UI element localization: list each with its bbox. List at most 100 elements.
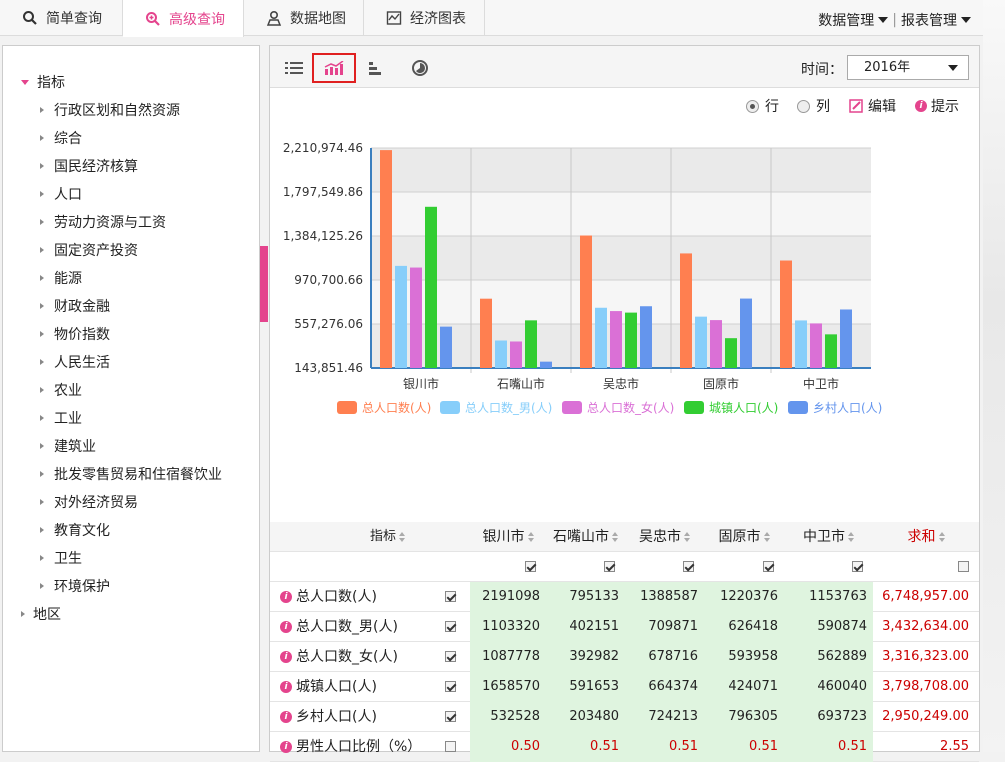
bar xyxy=(595,307,607,368)
column-checkbox-cell xyxy=(704,552,784,582)
sum-checkbox[interactable] xyxy=(958,561,969,572)
bar xyxy=(825,334,837,368)
tree-item-label: 综合 xyxy=(54,131,82,147)
row-checkbox[interactable] xyxy=(445,741,456,752)
panel-splitter[interactable] xyxy=(260,246,268,322)
tree-item[interactable]: 综合 xyxy=(40,128,82,148)
header-indicator[interactable]: 指标 xyxy=(310,522,465,552)
bar-chart-view-button[interactable] xyxy=(354,53,398,83)
header-label: 指标 xyxy=(369,529,396,544)
row-checkbox[interactable] xyxy=(445,711,456,722)
tree-item[interactable]: 农业 xyxy=(40,380,82,400)
line-chart-view-button[interactable] xyxy=(312,53,356,83)
tree-item[interactable]: 人民生活 xyxy=(40,352,110,372)
pie-chart-view-button[interactable] xyxy=(398,53,442,83)
tab-label: 经济图表 xyxy=(410,11,466,27)
tree-root-region[interactable]: 地区 xyxy=(21,604,61,624)
tree-item[interactable]: 卫生 xyxy=(40,548,82,568)
edit-button[interactable]: 编辑 xyxy=(849,96,896,116)
table-cell: 392982 xyxy=(546,642,625,672)
row-checkbox[interactable] xyxy=(445,681,456,692)
column-checkbox-cell xyxy=(546,552,625,582)
table-cell: 0.51 xyxy=(625,732,704,762)
column-radio[interactable]: 列 xyxy=(797,96,830,116)
tree-root-indicators[interactable]: 指标 xyxy=(21,72,65,92)
report-management-menu[interactable]: 报表管理 xyxy=(901,10,971,30)
info-icon[interactable]: i xyxy=(280,681,292,693)
column-checkbox[interactable] xyxy=(525,561,536,572)
column-checkbox[interactable] xyxy=(604,561,615,572)
table-cell: 203480 xyxy=(546,702,625,732)
sort-icon xyxy=(684,532,690,542)
tab-simple-query[interactable]: 简单查询 xyxy=(0,0,123,36)
info-icon[interactable]: i xyxy=(280,591,292,603)
header-column[interactable]: 固原市 xyxy=(704,522,784,552)
bar xyxy=(710,320,722,368)
collapse-arrow-icon xyxy=(40,583,44,589)
row-checkbox[interactable] xyxy=(445,621,456,632)
info-icon[interactable]: i xyxy=(280,741,292,753)
header-label: 银川市 xyxy=(482,529,525,545)
header-column[interactable]: 中卫市 xyxy=(784,522,873,552)
header-column[interactable]: 石嘴山市 xyxy=(546,522,625,552)
tab-data-map[interactable]: 数据地图 xyxy=(244,0,364,36)
row-label: 城镇人口(人) xyxy=(296,679,377,695)
tab-economic-chart[interactable]: 经济图表 xyxy=(364,0,485,36)
hint-button[interactable]: i 提示 xyxy=(915,96,959,116)
tree-item[interactable]: 劳动力资源与工资 xyxy=(40,212,166,232)
info-icon: i xyxy=(915,100,927,112)
bar xyxy=(380,150,392,368)
tab-label: 数据地图 xyxy=(290,11,346,27)
collapse-arrow-icon xyxy=(40,107,44,113)
table-cell: 590874 xyxy=(784,612,873,642)
tree-item[interactable]: 国民经济核算 xyxy=(40,156,138,176)
tree-item[interactable]: 工业 xyxy=(40,408,82,428)
tree-item[interactable]: 环境保护 xyxy=(40,576,110,596)
header-column[interactable]: 吴忠市 xyxy=(625,522,704,552)
tree-item[interactable]: 建筑业 xyxy=(40,436,96,456)
info-icon[interactable]: i xyxy=(280,711,292,723)
tree-item[interactable]: 行政区划和自然资源 xyxy=(40,100,180,120)
row-checkbox[interactable] xyxy=(445,651,456,662)
info-icon[interactable]: i xyxy=(280,651,292,663)
row-checkbox[interactable] xyxy=(445,591,456,602)
row-radio[interactable]: 行 xyxy=(746,96,779,116)
table-cell: 724213 xyxy=(625,702,704,732)
data-management-menu[interactable]: 数据管理 xyxy=(818,10,889,30)
column-checkbox[interactable] xyxy=(683,561,694,572)
bar xyxy=(440,326,452,368)
table-cell: 709871 xyxy=(625,612,704,642)
collapse-arrow-icon xyxy=(40,359,44,365)
row-label: 总人口数_男(人) xyxy=(296,619,398,635)
bar xyxy=(725,338,737,368)
collapse-arrow-icon xyxy=(40,331,44,337)
tree-item[interactable]: 批发零售贸易和住宿餐饮业 xyxy=(40,464,222,484)
chevron-down-icon xyxy=(878,17,889,23)
tree-item[interactable]: 物价指数 xyxy=(40,324,110,344)
table-cell: 1220376 xyxy=(704,582,784,612)
tab-advanced-query[interactable]: 高级查询 xyxy=(123,0,244,37)
sum-cell: 3,316,323.00 xyxy=(882,649,969,664)
tree-item[interactable]: 固定资产投资 xyxy=(40,240,138,260)
bar xyxy=(425,206,437,368)
tree-item[interactable]: 能源 xyxy=(40,268,82,288)
zoom-plus-icon xyxy=(146,11,160,26)
tree-item[interactable]: 人口 xyxy=(40,184,82,204)
main-panel: 时间： 2016年 行 列 编辑 i 提示 143,851.46 557,276.0… xyxy=(269,45,980,762)
legend-swatch xyxy=(788,401,808,414)
header-column[interactable]: 银川市 xyxy=(470,522,546,552)
tree-item[interactable]: 对外经济贸易 xyxy=(40,492,138,512)
column-checkbox[interactable] xyxy=(852,561,863,572)
column-checkbox[interactable] xyxy=(763,561,774,572)
bar xyxy=(540,361,552,368)
column-checkbox-cell xyxy=(470,552,546,582)
collapse-arrow-icon xyxy=(40,163,44,169)
year-select[interactable]: 2016年 xyxy=(847,55,969,80)
header-sum[interactable]: 求和 xyxy=(873,522,979,552)
table-view-button[interactable] xyxy=(272,53,316,83)
info-icon[interactable]: i xyxy=(280,621,292,633)
header-label: 中卫市 xyxy=(803,529,845,545)
tree-item[interactable]: 教育文化 xyxy=(40,520,110,540)
tree-item[interactable]: 财政金融 xyxy=(40,296,110,316)
table-cell: 460040 xyxy=(784,672,873,702)
